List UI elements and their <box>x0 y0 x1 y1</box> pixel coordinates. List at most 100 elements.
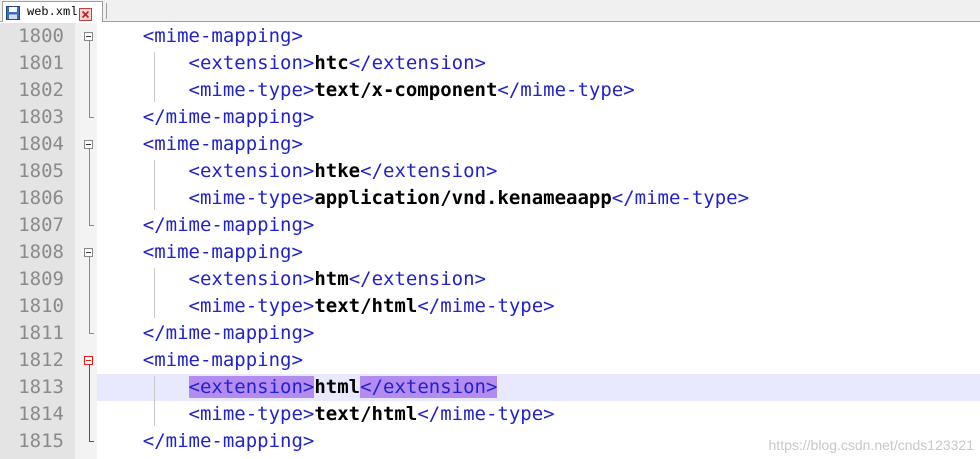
xml-open-tag: <mime-type> <box>188 187 315 209</box>
xml-open-tag: <mime-mapping> <box>142 25 303 47</box>
xml-open-tag: <mime-mapping> <box>142 133 303 155</box>
xml-value: text/html <box>314 295 418 317</box>
xml-close-tag: </mime-type> <box>497 79 635 101</box>
code-line[interactable]: 1808 <mime-mapping> <box>0 239 980 266</box>
xml-open-tag: <extension> <box>188 376 315 398</box>
xml-open-tag: </mime-mapping> <box>142 214 315 236</box>
xml-value: htm <box>314 268 349 290</box>
fold-toggle-icon[interactable] <box>84 248 93 257</box>
line-number: 1804 <box>18 133 64 155</box>
code-text: <extension>htke</extension> <box>97 158 498 185</box>
xml-close-tag: </extension> <box>360 376 498 398</box>
xml-value: text/x-component <box>314 79 498 101</box>
line-number: 1805 <box>18 160 64 182</box>
xml-open-tag: </mime-mapping> <box>142 322 315 344</box>
xml-open-tag: <extension> <box>188 268 315 290</box>
code-text: <mime-type>text/html</mime-type> <box>97 401 555 428</box>
code-line[interactable]: 1814 <mime-type>text/html</mime-type> <box>0 401 980 428</box>
tab-separator <box>106 3 107 19</box>
xml-value: html <box>314 376 361 398</box>
line-number: 1806 <box>18 187 64 209</box>
code-line[interactable]: 1812 <mime-mapping> <box>0 347 980 374</box>
line-number: 1803 <box>18 106 64 128</box>
tab-bar: web.xml <box>0 0 980 22</box>
line-number: 1800 <box>18 25 64 47</box>
xml-open-tag: <mime-type> <box>188 295 315 317</box>
xml-open-tag: <mime-mapping> <box>142 349 303 371</box>
code-line[interactable]: 1802 <mime-type>text/x-component</mime-t… <box>0 77 980 104</box>
line-number: 1815 <box>18 430 64 452</box>
xml-close-tag: </mime-type> <box>611 187 750 209</box>
line-number: 1807 <box>18 214 64 236</box>
code-line[interactable]: 1809 <extension>htm</extension> <box>0 266 980 293</box>
indent-guide <box>154 160 155 210</box>
code-text: <mime-mapping> <box>97 347 303 374</box>
xml-close-tag: </extension> <box>360 160 498 182</box>
code-line[interactable]: 1810 <mime-type>text/html</mime-type> <box>0 293 980 320</box>
code-text: </mime-mapping> <box>97 428 315 455</box>
code-line[interactable]: 1803 </mime-mapping> <box>0 104 980 131</box>
code-line[interactable]: 1804 <mime-mapping> <box>0 131 980 158</box>
xml-value: application/vnd.kenameaapp <box>314 187 612 209</box>
line-number: 1811 <box>18 322 64 344</box>
fold-toggle-icon[interactable] <box>84 356 93 365</box>
xml-open-tag: <extension> <box>188 52 315 74</box>
tab-web-xml[interactable]: web.xml <box>2 1 103 22</box>
xml-open-tag: <mime-mapping> <box>142 241 303 263</box>
line-number: 1802 <box>18 79 64 101</box>
close-icon[interactable] <box>79 6 93 21</box>
fold-line <box>89 41 90 118</box>
indent-guide <box>154 52 155 102</box>
code-line[interactable]: 1806 <mime-type>application/vnd.kenameaa… <box>0 185 980 212</box>
fold-toggle-icon[interactable] <box>84 140 93 149</box>
code-text: <mime-type>application/vnd.kenameaapp</m… <box>97 185 750 212</box>
save-disk-icon <box>6 5 20 20</box>
code-line[interactable]: 1811 </mime-mapping> <box>0 320 980 347</box>
code-line[interactable]: 1813 <extension>html</extension> <box>0 374 980 401</box>
code-text: <mime-mapping> <box>97 23 303 50</box>
xml-value: text/html <box>314 403 418 425</box>
fold-line <box>89 149 90 226</box>
code-line[interactable]: 1807 </mime-mapping> <box>0 212 980 239</box>
xml-close-tag: </extension> <box>348 268 486 290</box>
code-text: <extension>htm</extension> <box>97 266 486 293</box>
line-number: 1813 <box>18 376 64 398</box>
code-text: <extension>htc</extension> <box>97 50 486 77</box>
code-line[interactable]: 1801 <extension>htc</extension> <box>0 50 980 77</box>
code-editor[interactable]: 1800 <mime-mapping> 1801 <extension>htc</… <box>0 23 980 459</box>
fold-line <box>89 257 90 334</box>
tab-label: web.xml <box>27 5 78 19</box>
xml-close-tag: </extension> <box>348 52 486 74</box>
line-number: 1812 <box>18 349 64 371</box>
code-text: <mime-type>text/html</mime-type> <box>97 293 555 320</box>
xml-value: htke <box>314 160 361 182</box>
code-line[interactable]: 1805 <extension>htke</extension> <box>0 158 980 185</box>
code-text: </mime-mapping> <box>97 320 315 347</box>
line-number: 1810 <box>18 295 64 317</box>
fold-toggle-icon[interactable] <box>84 32 93 41</box>
code-text: <mime-mapping> <box>97 131 303 158</box>
fold-line <box>89 365 90 442</box>
xml-open-tag: <extension> <box>188 160 315 182</box>
code-text: </mime-mapping> <box>97 104 315 131</box>
xml-open-tag: <mime-type> <box>188 79 315 101</box>
line-number: 1814 <box>18 403 64 425</box>
code-line[interactable]: 1800 <mime-mapping> <box>0 23 980 50</box>
xml-open-tag: </mime-mapping> <box>142 106 315 128</box>
line-number: 1809 <box>18 268 64 290</box>
xml-open-tag: <mime-type> <box>188 403 315 425</box>
indent-guide <box>154 376 155 426</box>
xml-close-tag: </mime-type> <box>417 295 555 317</box>
fold-end-tick <box>89 117 94 118</box>
xml-value: htc <box>314 52 349 74</box>
